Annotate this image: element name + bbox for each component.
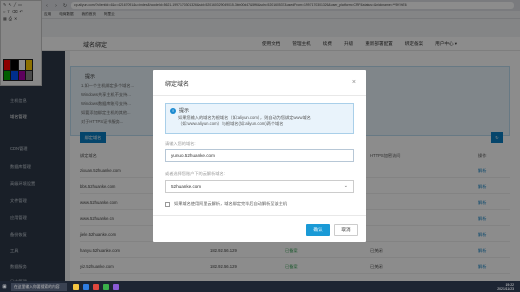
dialog-header: 绑定域名 × <box>153 70 366 96</box>
select-value: 52huanke.com <box>171 184 202 189</box>
chevron-down-icon: ⌄ <box>343 183 348 189</box>
cancel-button[interactable]: 取消 <box>334 224 358 236</box>
clock-date: 2021/11/23 <box>497 286 514 291</box>
checkbox-label: 如果域名使用阿里云解析，域名绑定完毕后自动解析至该主机 <box>174 201 288 206</box>
dns-domain-select[interactable]: 52huanke.com ⌄ <box>165 180 354 193</box>
bind-domain-dialog: 绑定域名 × ! 提示 如果您输入的域名为根域名（如:aliyun.com），则… <box>153 70 366 242</box>
file-explorer-icon[interactable] <box>73 283 79 290</box>
info-icon: ! <box>170 108 176 114</box>
auto-resolve-checkbox[interactable] <box>165 201 170 207</box>
auto-resolve-option[interactable]: 如果域名使用阿里云解析，域名绑定完毕后自动解析至该主机 <box>165 201 287 207</box>
windows-start-icon[interactable]: ⊞ <box>0 281 9 292</box>
taskbar: ⊞ 在这里输入你要搜索的内容 19:22 2021/11/23 <box>0 281 520 292</box>
app-icon[interactable] <box>103 283 109 290</box>
browser-icon[interactable] <box>83 283 89 290</box>
taskbar-apps <box>73 283 119 290</box>
tip-text: 如果您输入的域名为根域名（如:aliyun.com），则自动为您绑定www域名（… <box>178 115 311 126</box>
app-icon[interactable] <box>113 283 119 290</box>
select-field-label: 或者选择您账户下的云解析域名: <box>165 171 225 176</box>
tip-title: 提示 <box>179 108 190 114</box>
domain-field-label: 请输入您的域名: <box>165 141 196 146</box>
dialog-footer: 确认 取消 <box>153 215 366 242</box>
taskbar-search[interactable]: 在这里输入你要搜索的内容 <box>11 282 67 291</box>
tip-box: ! 提示 如果您输入的域名为根域名（如:aliyun.com），则自动为您绑定w… <box>165 103 354 134</box>
dialog-title: 绑定域名 <box>165 82 190 88</box>
domain-input[interactable] <box>165 149 354 162</box>
close-icon[interactable]: × <box>352 79 356 86</box>
app-icon[interactable] <box>93 283 99 290</box>
system-tray-clock[interactable]: 19:22 2021/11/23 <box>497 283 520 291</box>
confirm-button[interactable]: 确认 <box>306 224 330 236</box>
